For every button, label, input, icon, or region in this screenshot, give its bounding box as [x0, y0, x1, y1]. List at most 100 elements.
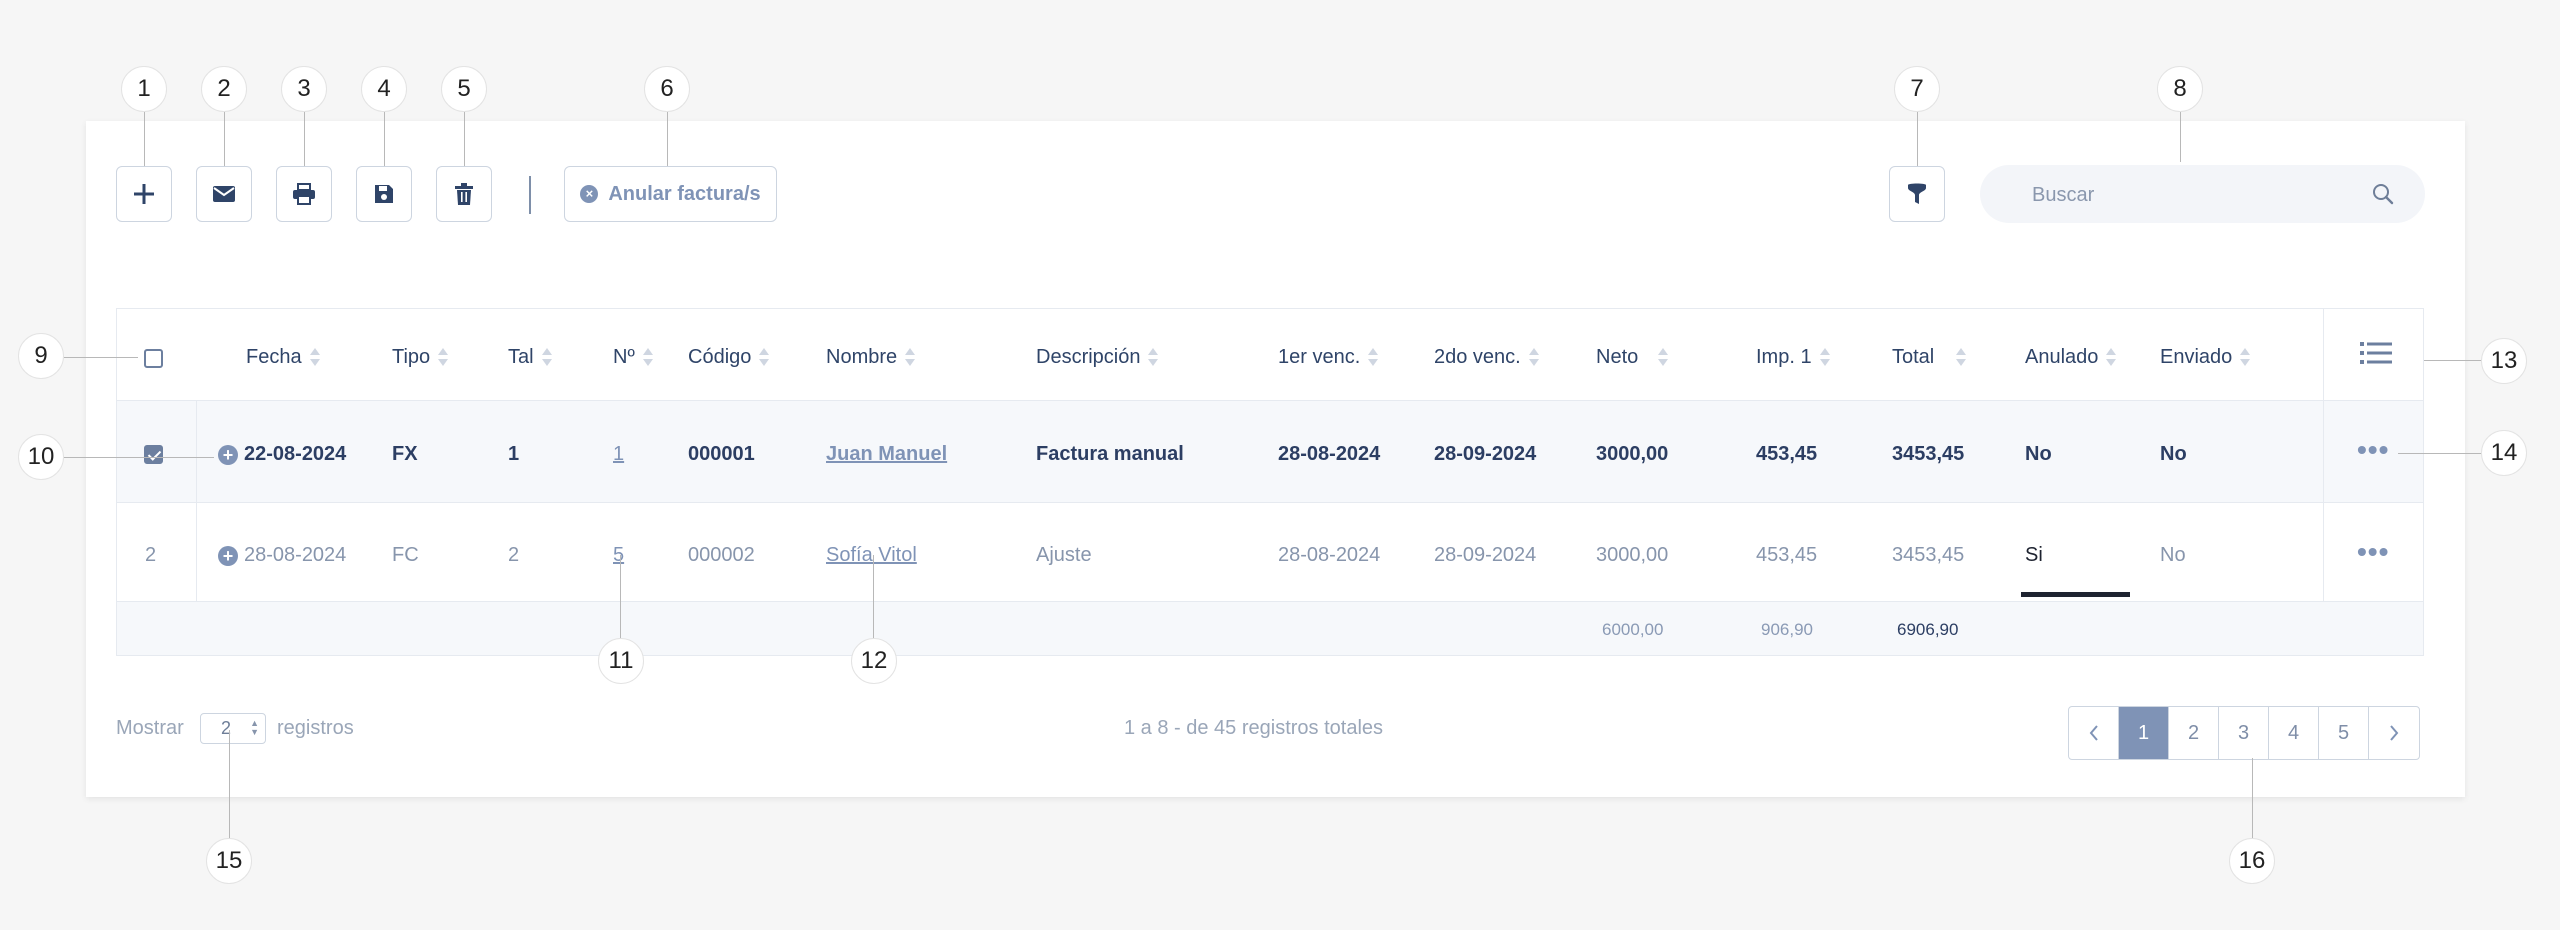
callout-5: 5	[441, 66, 487, 112]
next-page-button[interactable]	[2369, 707, 2419, 759]
total-neto: 6000,00	[1602, 620, 1664, 639]
callout-line	[1917, 112, 1918, 166]
header-imp1[interactable]: Imp. 1	[1756, 345, 1830, 369]
callout-line	[229, 730, 230, 841]
row-neto: 3000,00	[1596, 544, 1669, 566]
row-fecha: +28-08-2024	[218, 543, 346, 567]
sort-icon	[759, 346, 770, 368]
page-button-3[interactable]: 3	[2219, 707, 2269, 759]
email-button[interactable]	[196, 166, 252, 222]
row-codigo: 000001	[688, 443, 755, 465]
callout-line	[667, 112, 668, 166]
header-label: 2do venc.	[1434, 346, 1521, 368]
header-descripcion[interactable]: Descripción	[1036, 345, 1159, 369]
header-label: Fecha	[246, 346, 302, 368]
row-codigo: 000002	[688, 544, 755, 566]
header-total[interactable]: Total	[1892, 345, 1967, 369]
expand-plus-icon[interactable]: +	[218, 444, 238, 465]
toolbar-divider	[529, 176, 531, 214]
column-divider	[2323, 309, 2324, 601]
header-enviado[interactable]: Enviado	[2160, 345, 2251, 369]
header-fecha[interactable]: Fecha	[246, 345, 320, 369]
header-label: Tal	[508, 346, 534, 368]
header-label: Anulado	[2025, 346, 2099, 368]
callout-9: 9	[18, 333, 64, 379]
page-size-stepper[interactable]: 2 ▲ ▼	[200, 713, 266, 744]
table-row-selected-bg	[117, 401, 2423, 502]
sort-icon	[642, 346, 653, 368]
callout-16: 16	[2229, 838, 2275, 884]
row-divider	[116, 601, 2424, 602]
row-actions-icon[interactable]: •••	[2357, 436, 2389, 464]
page-button-5[interactable]: 5	[2319, 707, 2369, 759]
print-button[interactable]	[276, 166, 332, 222]
page-button-4[interactable]: 4	[2269, 707, 2319, 759]
close-circle-icon: ×	[580, 185, 599, 203]
prev-page-button[interactable]	[2069, 707, 2119, 759]
sort-icon	[2106, 346, 2117, 368]
save-button[interactable]	[356, 166, 412, 222]
header-1er-venc[interactable]: 1er venc.	[1278, 345, 1379, 369]
callout-15: 15	[206, 838, 252, 884]
header-numero[interactable]: Nº	[613, 345, 653, 369]
callout-7: 7	[1894, 66, 1940, 112]
row-numero-link[interactable]: 1	[613, 442, 624, 466]
row-total: 3453,45	[1892, 443, 1965, 465]
trash-icon	[455, 183, 473, 205]
row-numero-link[interactable]: 5	[613, 543, 624, 567]
row-nombre-link[interactable]: Juan Manuel	[826, 442, 947, 466]
sort-icon	[1658, 346, 1669, 368]
search-input[interactable]	[2030, 165, 2354, 225]
header-nombre[interactable]: Nombre	[826, 345, 916, 369]
search-box	[1980, 165, 2425, 225]
callout-10: 10	[18, 434, 64, 480]
sort-icon	[1148, 346, 1159, 368]
callout-line	[2252, 758, 2253, 841]
records-summary: 1 a 8 - de 45 registros totales	[1124, 717, 1384, 739]
stepper-arrows-icon[interactable]: ▲ ▼	[250, 719, 259, 737]
page-button-2[interactable]: 2	[2169, 707, 2219, 759]
header-neto[interactable]: Neto	[1596, 345, 1669, 369]
callout-line	[2180, 112, 2181, 162]
row-1er-venc: 28-08-2024	[1278, 443, 1381, 465]
header-codigo[interactable]: Código	[688, 345, 770, 369]
header-label: Código	[688, 346, 752, 368]
callout-line	[224, 112, 225, 166]
editing-underline	[2021, 592, 2130, 597]
header-label: Enviado	[2160, 346, 2233, 368]
header-tipo[interactable]: Tipo	[392, 345, 449, 369]
row-tal: 2	[508, 544, 520, 566]
expand-plus-icon[interactable]: +	[218, 545, 238, 566]
row-actions-icon[interactable]: •••	[2357, 538, 2389, 566]
sort-icon	[309, 346, 320, 368]
add-button[interactable]	[116, 166, 172, 222]
row-index: 2	[145, 544, 157, 566]
sort-icon	[905, 346, 916, 368]
row-2do-venc: 28-09-2024	[1434, 544, 1537, 566]
sort-icon	[438, 346, 449, 368]
callout-13: 13	[2481, 338, 2527, 384]
row-descripcion: Ajuste	[1036, 544, 1092, 566]
sort-icon	[2240, 346, 2251, 368]
column-list-icon[interactable]	[2360, 341, 2392, 365]
row-anulado[interactable]: Si	[2025, 543, 2043, 567]
row-divider	[116, 502, 2424, 503]
row-checkbox[interactable]	[144, 445, 163, 464]
pagination: 1 2 3 4 5	[2068, 706, 2420, 760]
header-anulado[interactable]: Anulado	[2025, 345, 2117, 369]
callout-line	[384, 112, 385, 166]
total-imp1: 906,90	[1761, 620, 1813, 639]
filter-button[interactable]	[1889, 166, 1945, 222]
page-button-1[interactable]: 1	[2119, 707, 2169, 759]
delete-button[interactable]	[436, 166, 492, 222]
row-nombre-link[interactable]: Sofía Vitol	[826, 543, 917, 567]
total-total: 6906,90	[1897, 620, 1959, 639]
sort-icon	[1368, 346, 1379, 368]
header-2do-venc[interactable]: 2do venc.	[1434, 345, 1539, 369]
annul-invoices-button[interactable]: × Anular factura/s	[564, 166, 777, 222]
search-icon[interactable]	[2371, 182, 2395, 206]
row-imp1: 453,45	[1756, 544, 1818, 566]
show-label: Mostrar	[116, 717, 184, 739]
select-all-checkbox[interactable]	[144, 349, 163, 368]
header-tal[interactable]: Tal	[508, 345, 552, 369]
